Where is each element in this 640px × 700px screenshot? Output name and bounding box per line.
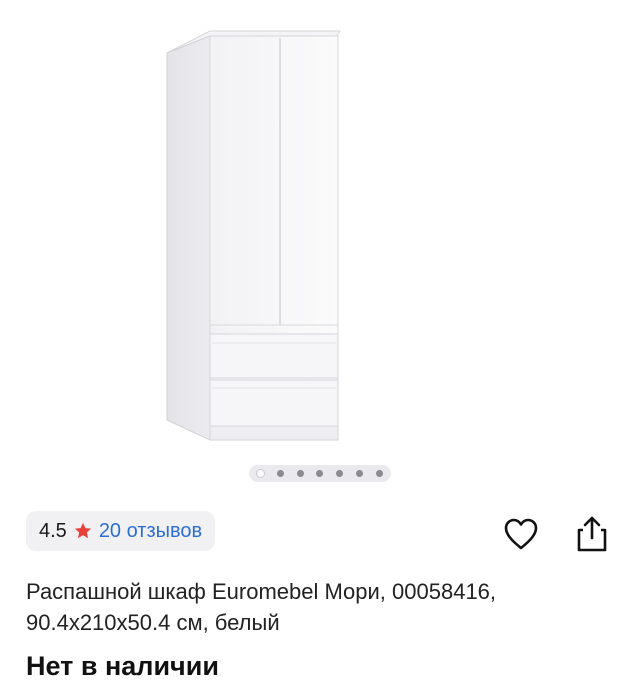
wardrobe-illustration [166,30,341,441]
rating-reviews-button[interactable]: 4.5 20 отзывов [26,511,216,551]
rating-value: 4.5 [39,519,67,542]
carousel-dot[interactable] [375,470,383,477]
product-page: 4.5 20 отзывов Распашной шкаф Euromebel … [0,0,640,700]
favorite-button[interactable] [502,515,540,553]
carousel-dot[interactable] [296,470,304,477]
product-image[interactable] [0,0,640,460]
heart-icon [504,518,538,550]
share-button[interactable] [573,515,611,553]
reviews-link[interactable]: 20 отзывов [99,520,202,543]
carousel-dot[interactable] [356,470,364,477]
image-carousel-indicator[interactable] [249,465,391,482]
carousel-dot[interactable] [276,470,284,477]
availability-status: Нет в наличии [26,651,219,681]
carousel-dot[interactable] [336,470,344,477]
carousel-dot[interactable] [316,470,324,477]
carousel-dot[interactable] [257,470,264,477]
star-icon [73,521,93,541]
share-icon [577,516,607,552]
product-title: Распашной шкаф Euromebel Мори, 00058416,… [26,579,497,635]
